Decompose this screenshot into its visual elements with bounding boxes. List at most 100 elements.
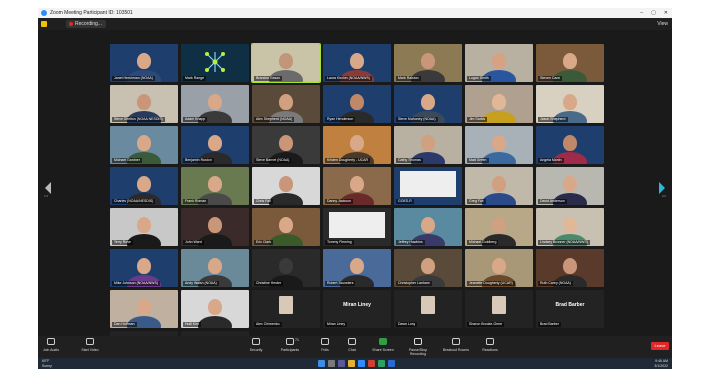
- participant-name: Jeanette Dougherty (UCAR): [467, 281, 515, 286]
- leave-button[interactable]: Leave: [651, 342, 669, 350]
- participant-tile[interactable]: Dan Hoffman: [110, 290, 178, 328]
- system-clock[interactable]: 9:46 AM 3/1/2022: [654, 359, 668, 368]
- participant-tile[interactable]: Brandon Eason: [251, 43, 321, 83]
- toolbar-button-label: Chat: [348, 348, 356, 352]
- windows-start-icon[interactable]: [318, 360, 325, 367]
- participant-body: [198, 316, 232, 328]
- participant-tile[interactable]: Brad Barber Brad Barber: [536, 290, 604, 328]
- participant-tile[interactable]: Mark Range: [181, 44, 249, 82]
- search-icon[interactable]: [328, 360, 335, 367]
- participant-tile[interactable]: Angela Martin: [536, 126, 604, 164]
- zoom-app-icon[interactable]: [358, 360, 365, 367]
- participant-tile[interactable]: Ruth Carey (NOAA): [536, 249, 604, 287]
- participant-face: [492, 135, 506, 151]
- breakout-button[interactable]: Breakout Rooms: [442, 338, 470, 352]
- participant-tile[interactable]: Steven Cann: [536, 44, 604, 82]
- participant-tile[interactable]: Alex Shepherd (NOAA): [252, 85, 320, 123]
- participant-tile[interactable]: Terry Rose: [110, 208, 178, 246]
- weather-widget[interactable]: 60°F Sunny: [42, 359, 52, 368]
- participant-name: Mike Johnson (NOAA/NWS): [112, 281, 160, 286]
- participant-tile[interactable]: Lindsey Brunner (NOAA/NWS): [536, 208, 604, 246]
- participant-tile[interactable]: Jeanette Dougherty (UCAR): [465, 249, 533, 287]
- participant-tile[interactable]: Christopher Lanham: [394, 249, 462, 287]
- profile-photo: [492, 296, 506, 314]
- chrome-icon[interactable]: [378, 360, 385, 367]
- participant-tile[interactable]: Miran Liney Miran Liney: [323, 290, 391, 328]
- polls-icon: [320, 338, 330, 346]
- participant-tile[interactable]: Janet Hershman (NOAA): [110, 44, 178, 82]
- participant-tile[interactable]: Robert Saunders: [323, 249, 391, 287]
- recording-indicator[interactable]: Recording...: [66, 20, 106, 28]
- minimize-button[interactable]: –: [640, 8, 643, 18]
- participant-tile[interactable]: Andy Walsh (NOAA): [181, 249, 249, 287]
- participant-tile[interactable]: Cathy Thomas: [394, 126, 462, 164]
- participant-face: [279, 217, 293, 233]
- participant-face: [563, 258, 577, 274]
- participant-name: Dawn Lorq: [396, 322, 417, 327]
- participant-name: Michael Goldberg: [467, 240, 499, 245]
- participant-tile[interactable]: Greg Fox: [465, 167, 533, 205]
- participant-tile[interactable]: John Ward: [181, 208, 249, 246]
- participant-tile[interactable]: GOES-R: [394, 167, 462, 205]
- file-explorer-icon[interactable]: [348, 360, 355, 367]
- share-screen-button[interactable]: Share Screen: [369, 338, 397, 352]
- security-shield-icon[interactable]: [41, 21, 47, 27]
- participant-name: John Ward: [183, 240, 204, 245]
- toolbar-button-label: Share Screen: [372, 348, 394, 352]
- close-button[interactable]: ✕: [664, 8, 668, 18]
- participant-tile[interactable]: Benjamin Ruston: [181, 126, 249, 164]
- headphones-button[interactable]: Join Audio: [38, 338, 65, 352]
- participant-name: Steve Shelton (NOAA NESDIS): [112, 117, 165, 122]
- participant-tile[interactable]: Michael Goldberg: [465, 208, 533, 246]
- participant-tile[interactable]: Dawn Lorq: [394, 290, 462, 328]
- maximize-button[interactable]: ▢: [651, 8, 656, 18]
- participant-tile[interactable]: Sharon Brooke-Gene: [465, 290, 533, 328]
- participant-tile[interactable]: Michael Gardner: [110, 126, 178, 164]
- participant-tile[interactable]: Eric Clark: [252, 208, 320, 246]
- participant-tile[interactable]: Matt Green: [465, 126, 533, 164]
- participant-tile[interactable]: Alex Chimenko: [252, 290, 320, 328]
- participant-tile[interactable]: Logan Smith: [465, 44, 533, 82]
- participant-tile[interactable]: Charles (NOAA/NESDIS): [110, 167, 178, 205]
- profile-photo: [421, 296, 435, 314]
- participant-tile[interactable]: Christine Hester: [252, 249, 320, 287]
- participant-tile[interactable]: Jason Shepherd: [536, 85, 604, 123]
- participant-tile[interactable]: Adam Knapp: [181, 85, 249, 123]
- task-view-icon[interactable]: [338, 360, 345, 367]
- participant-tile[interactable]: Frank Roman: [181, 167, 249, 205]
- participant-tile[interactable]: Jeffrey Hawkins: [394, 208, 462, 246]
- chat-button[interactable]: Chat: [338, 338, 366, 352]
- participant-tile[interactable]: Chris Fall: [252, 167, 320, 205]
- participant-tile[interactable]: Danny Jackson: [323, 167, 391, 205]
- prev-page-arrow[interactable]: [44, 182, 52, 194]
- participant-name: Laura Kirchin (NOAA/NWS): [325, 76, 372, 81]
- participant-tile[interactable]: Mike Johnson (NOAA/NWS): [110, 249, 178, 287]
- reactions-button[interactable]: Reactions: [476, 338, 504, 352]
- participant-tile[interactable]: Steve Barnet (NOAA): [252, 126, 320, 164]
- participant-tile[interactable]: Steve Mahoney (NOAA): [394, 85, 462, 123]
- polls-button[interactable]: Polls: [311, 338, 339, 352]
- participant-name: Jim Sarkis: [467, 117, 488, 122]
- participant-tile[interactable]: Mark Ralston: [394, 44, 462, 82]
- shield-icon: [251, 338, 261, 346]
- participant-tile[interactable]: Ryan Henderson: [323, 85, 391, 123]
- view-button[interactable]: View: [657, 18, 668, 30]
- participant-tile[interactable]: Steve Shelton (NOAA NESDIS): [110, 85, 178, 123]
- participant-tile[interactable]: Tommy Fleming: [323, 208, 391, 246]
- outlook-icon[interactable]: [388, 360, 395, 367]
- participant-tile[interactable]: Laura Kirchin (NOAA/NWS): [323, 44, 391, 82]
- participant-tile[interactable]: Jim Sarkis: [465, 85, 533, 123]
- participant-tile[interactable]: Kristen Dougherty - UCAR: [323, 126, 391, 164]
- page-indicator-right: 2/2: [661, 194, 666, 198]
- camera-off-button[interactable]: Start Video: [76, 338, 104, 352]
- next-page-arrow[interactable]: [658, 182, 666, 194]
- record-button[interactable]: Pause/Stop Recording: [404, 338, 432, 356]
- shield-button[interactable]: Security: [242, 338, 270, 352]
- browser-icon[interactable]: [368, 360, 375, 367]
- participant-tile[interactable]: Huili Kim: [181, 290, 249, 328]
- participant-face: [350, 135, 364, 151]
- participants-button[interactable]: Participants 71: [276, 338, 304, 352]
- participant-name: Ryan Henderson: [325, 117, 356, 122]
- participant-body: [482, 193, 516, 205]
- participant-tile[interactable]: David Anderson: [536, 167, 604, 205]
